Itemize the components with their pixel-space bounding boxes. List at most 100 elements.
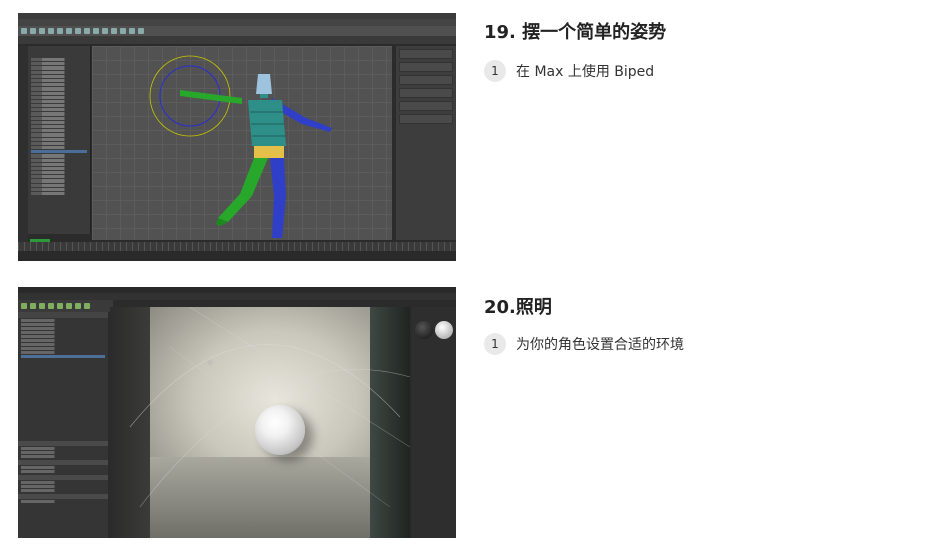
step-item: 1 在 Max 上使用 Biped	[484, 60, 654, 82]
attribute-section	[18, 494, 108, 499]
list-item	[31, 158, 87, 162]
list-item	[31, 154, 87, 158]
light-icon	[75, 303, 81, 309]
list-item	[31, 175, 87, 179]
list-item	[31, 120, 87, 124]
command-panel-section	[399, 49, 453, 59]
render-sphere	[255, 405, 305, 455]
snap-icon	[93, 28, 99, 34]
unlink-icon	[48, 28, 54, 34]
list-item	[31, 166, 87, 171]
left-thigh	[240, 158, 268, 196]
list-item	[31, 83, 87, 87]
scale-icon	[84, 28, 90, 34]
list-item	[21, 339, 105, 342]
list-item	[21, 331, 105, 334]
material-swatch-dark[interactable]	[415, 321, 433, 339]
redo-icon	[30, 28, 36, 34]
command-panel-section	[399, 75, 453, 85]
move-icon	[30, 303, 36, 309]
right-calf	[272, 196, 286, 238]
list-item	[21, 327, 105, 330]
lighting-render-screenshot: ✳	[18, 287, 456, 538]
material-editor-icon	[129, 28, 135, 34]
left-arm	[180, 90, 242, 104]
list-item	[31, 108, 87, 112]
list-item	[31, 116, 87, 120]
outliner-attribute-panel	[18, 312, 108, 538]
app-statusbar	[18, 251, 456, 261]
command-panel-section	[399, 62, 453, 72]
material-swatch-light[interactable]	[435, 321, 453, 339]
list-item	[31, 74, 87, 78]
scene-explorer-tabs	[28, 46, 90, 56]
list-item-selected	[31, 150, 87, 154]
attribute-row	[21, 466, 105, 469]
left-tool-strip	[18, 46, 28, 246]
attribute-section	[18, 441, 108, 446]
left-calf	[218, 194, 252, 222]
camera-icon	[66, 303, 72, 309]
render-icon	[138, 28, 144, 34]
main-toolbar	[18, 300, 113, 312]
select-icon	[57, 28, 63, 34]
list-item	[21, 347, 105, 350]
lesson-19: 19. 摆一个简单的姿势 1 在 Max 上使用 Biped	[0, 0, 930, 270]
animation-timeline	[18, 242, 456, 251]
list-item	[31, 187, 87, 191]
lesson-title: 20.照明	[484, 297, 552, 318]
command-panel	[396, 46, 456, 240]
list-item	[21, 323, 105, 326]
move-icon	[66, 28, 72, 34]
lesson-20: ✳ 20.照明 1 为你的角色设置合适的环境	[0, 284, 930, 548]
render-viewport: ✳	[110, 307, 410, 538]
list-item	[31, 62, 87, 66]
list-item	[31, 145, 87, 150]
list-item	[31, 95, 87, 99]
biped-neck	[260, 94, 268, 98]
list-item-selected	[21, 355, 105, 358]
list-item	[21, 343, 105, 346]
command-panel-section	[399, 88, 453, 98]
rotate-icon	[39, 303, 45, 309]
command-panel-section	[399, 101, 453, 111]
list-item	[31, 192, 87, 196]
list-item	[31, 58, 87, 62]
list-item	[31, 125, 87, 129]
list-item	[31, 99, 87, 104]
scene-explorer	[28, 46, 91, 234]
list-item	[31, 183, 87, 187]
list-item	[31, 70, 87, 74]
attribute-row	[21, 455, 105, 458]
biped-figure	[149, 55, 332, 238]
attribute-row	[21, 447, 105, 450]
list-item	[21, 351, 105, 354]
perspective-viewport	[92, 46, 392, 240]
attribute-section	[18, 475, 108, 480]
list-item	[31, 179, 87, 183]
list-item	[21, 319, 105, 322]
list-item	[31, 171, 87, 175]
command-panel-section	[399, 114, 453, 124]
attribute-row	[21, 485, 105, 488]
step-number-badge: 1	[484, 333, 506, 355]
light-bulb-icon[interactable]: ✳	[206, 359, 216, 369]
step-text: 为你的角色设置合适的环境	[516, 337, 684, 353]
link-icon	[39, 28, 45, 34]
biped-head	[256, 74, 272, 94]
list-item	[31, 104, 87, 108]
align-icon	[111, 28, 117, 34]
frame-icon	[57, 303, 63, 309]
list-item	[31, 133, 87, 137]
step-item: 1 为你的角色设置合适的环境	[484, 333, 684, 355]
list-item	[31, 129, 87, 133]
outliner-header	[18, 312, 108, 318]
app-menubar	[18, 293, 456, 300]
select-icon	[21, 303, 27, 309]
list-item	[31, 162, 87, 166]
biped-torso	[248, 100, 286, 146]
attribute-row	[21, 489, 105, 492]
attribute-row	[21, 500, 105, 503]
scale-icon	[48, 303, 54, 309]
mirror-icon	[102, 28, 108, 34]
